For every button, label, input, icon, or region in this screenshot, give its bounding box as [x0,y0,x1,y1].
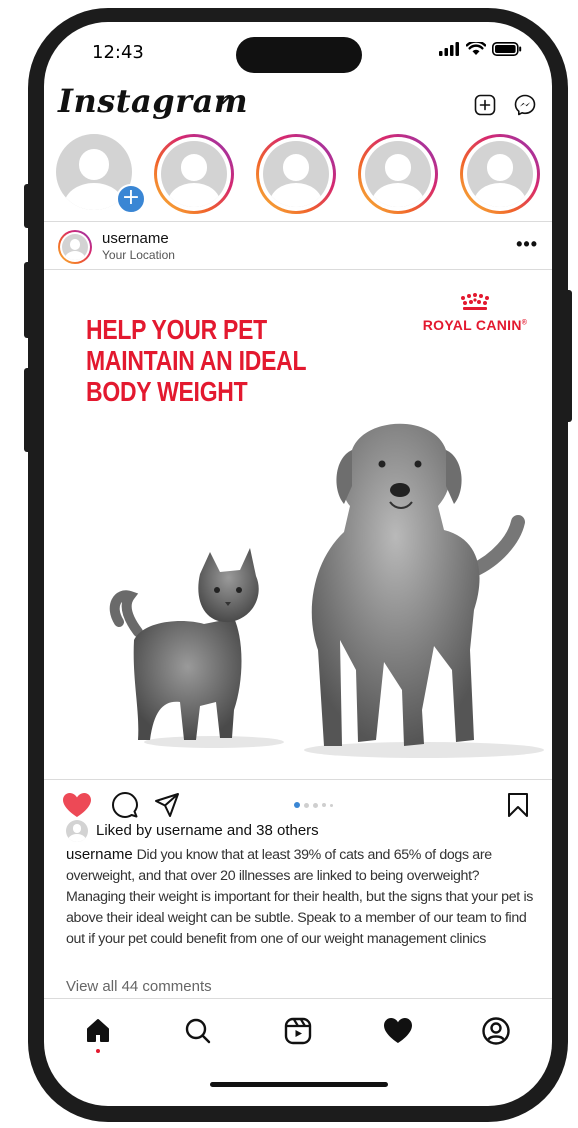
liker-avatar [66,820,88,842]
caption-username[interactable]: username [66,846,133,863]
reels-icon[interactable] [282,1015,314,1047]
carousel-dot [330,803,333,807]
post-author-avatar[interactable] [58,230,92,264]
ad-headline-line: HELP YOUR PET [86,314,267,345]
post-header: username Your Location ••• [58,228,538,268]
phone-screen: 12:43 Instagram + username Your Location… [44,22,552,1106]
post-location[interactable]: Your Location [102,248,175,262]
carousel-dot [304,802,309,808]
action-button [24,184,32,228]
avatar [161,141,227,207]
ad-headline: HELP YOUR PET MAINTAIN AN IDEAL BODY WEI… [86,314,316,407]
more-options-icon[interactable]: ••• [516,234,538,255]
battery-icon [492,42,522,56]
avatar [467,141,533,207]
ad-headline-line: MAINTAIN AN IDEAL [86,345,307,376]
home-icon[interactable] [82,1015,114,1047]
likes-row[interactable]: Liked by username and 38 others [66,820,546,842]
story-item[interactable] [256,134,336,214]
save-bookmark-icon[interactable] [506,792,530,818]
crown-icon [461,293,489,310]
registered-mark: ® [521,319,528,327]
activity-heart-icon[interactable] [382,1015,414,1047]
wifi-icon [466,42,486,55]
add-story-icon[interactable]: + [116,184,146,214]
status-time: 12:43 [92,42,144,63]
dynamic-island [236,37,362,73]
story-item[interactable] [154,134,234,214]
cat-and-dog-photo [109,423,544,758]
status-icons [438,42,522,56]
search-icon[interactable] [182,1015,214,1047]
likes-user[interactable]: username [156,822,223,839]
new-post-icon[interactable] [474,94,496,116]
active-indicator-dot [96,1049,100,1053]
carousel-dot [294,802,300,808]
carousel-dot [313,802,318,808]
share-icon[interactable] [154,792,180,818]
avatar [365,141,431,207]
brand-logo: ROYAL CANIN® [420,292,530,333]
cellular-signal-icon [439,42,459,56]
likes-prefix: Liked by [96,822,152,839]
home-indicator[interactable] [210,1082,388,1087]
volume-down-button [24,368,32,452]
messenger-icon[interactable] [514,94,536,116]
app-header: Instagram [58,82,538,126]
stories-tray: + [56,130,552,218]
ad-headline-line: BODY WEIGHT [86,376,248,407]
bottom-nav [44,998,552,1059]
power-button [564,290,572,422]
brand-name: ROYAL CANIN [422,317,522,333]
profile-icon[interactable] [480,1015,512,1047]
volume-up-button [24,262,32,338]
post-media[interactable]: HELP YOUR PET MAINTAIN AN IDEAL BODY WEI… [44,270,552,780]
carousel-indicator [294,802,333,808]
like-heart-icon[interactable] [62,792,92,818]
story-own[interactable]: + [56,134,146,214]
caption-text: Did you know that at least 39% of cats a… [66,847,533,947]
story-item[interactable] [460,134,540,214]
divider [44,221,552,222]
post-actions [62,792,534,822]
story-item[interactable] [358,134,438,214]
chevron-down-icon[interactable] [216,96,230,106]
post-caption: username Did you know that at least 39% … [66,844,534,950]
view-comments-link[interactable]: View all 44 comments [66,978,212,995]
post-username[interactable]: username [102,230,169,247]
likes-others[interactable]: 38 others [256,822,319,839]
comment-icon[interactable] [112,792,138,818]
likes-suffix: and [226,822,252,839]
carousel-dot [322,803,326,807]
avatar [263,141,329,207]
divider [44,779,552,780]
